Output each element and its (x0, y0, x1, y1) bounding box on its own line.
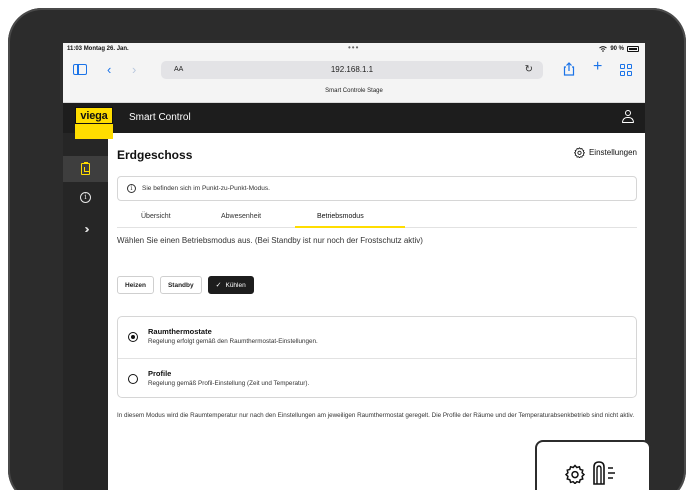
mode-instruction: Wählen Sie einen Betriebsmodus aus. (Bei… (117, 236, 423, 245)
status-bar: 11:03 Montag 26. Jan. ••• 90 % (63, 43, 645, 56)
logo-text: viega (75, 107, 113, 124)
tab-betriebsmodus[interactable]: Betriebsmodus (317, 213, 364, 220)
main-content: Erdgeschoss Einstellungen i Sie befinden… (108, 133, 645, 490)
radio-raumthermostate[interactable] (128, 332, 138, 342)
mode-footnote: In diesem Modus wird die Raumtemperatur … (117, 412, 635, 419)
viega-logo[interactable]: viega (75, 107, 113, 141)
info-icon: i (127, 184, 136, 193)
settings-label: Einstellungen (588, 148, 637, 157)
status-time: 11:03 (67, 46, 83, 52)
address-bar[interactable]: AA 192.168.1.1 ↻ (161, 61, 543, 79)
info-banner: i Sie befinden sich im Punkt-zu-Punkt-Mo… (117, 176, 637, 201)
option-description: Regelung gemäß Profil-Einstellung (Zeit … (148, 380, 310, 387)
status-date: Montag 26. Jan. (83, 46, 129, 52)
tab-overview-icon[interactable] (620, 64, 632, 76)
clipboard-icon (81, 162, 90, 175)
option-title: Raumthermostate (148, 327, 212, 336)
tab-uebersicht[interactable]: Übersicht (141, 213, 171, 220)
info-message: Sie befinden sich im Punkt-zu-Punkt-Modu… (142, 185, 270, 192)
thermostat-icon[interactable] (591, 460, 617, 486)
share-icon[interactable] (563, 62, 575, 76)
option-profile[interactable]: Profile Regelung gemäß Profil-Einstellun… (118, 358, 636, 399)
tablet-frame: 11:03 Montag 26. Jan. ••• 90 % ‹ › AA 19… (8, 8, 686, 490)
new-tab-icon[interactable]: + (593, 59, 602, 75)
battery-percent: 90 % (610, 46, 624, 52)
info-icon: i (80, 191, 91, 203)
forward-icon[interactable]: › (132, 63, 136, 76)
multitask-dots[interactable]: ••• (348, 43, 359, 52)
mode-button-group: Heizen Standby ✓ Kühlen (117, 276, 254, 294)
option-raumthermostate[interactable]: Raumthermostate Regelung erfolgt gemäß d… (118, 317, 636, 358)
quick-action-overlay[interactable] (535, 440, 651, 490)
page-title: Erdgeschoss (117, 148, 193, 162)
tab-bar: Übersicht Abwesenheit Betriebsmodus (117, 210, 637, 228)
chevrons-right-icon: ›› (84, 222, 90, 236)
browser-tab-title[interactable]: Smart Controle Stage (63, 88, 645, 94)
tab-abwesenheit[interactable]: Abwesenheit (221, 213, 261, 220)
app-header: viega Smart Control (63, 103, 645, 139)
tablet-screen: 11:03 Montag 26. Jan. ••• 90 % ‹ › AA 19… (63, 43, 645, 490)
wifi-icon (599, 46, 608, 52)
reload-icon[interactable]: ↻ (525, 64, 533, 75)
rail-item-info[interactable]: i (63, 184, 108, 210)
mode-standby-button[interactable]: Standby (159, 276, 202, 294)
url-text: 192.168.1.1 (330, 65, 374, 74)
gear-icon[interactable] (565, 464, 585, 484)
mode-heizen-button[interactable]: Heizen (117, 276, 154, 294)
side-rail: i ›› (63, 133, 108, 490)
control-option-group: Raumthermostate Regelung erfolgt gemäß d… (117, 316, 637, 398)
active-tab-indicator (295, 226, 405, 228)
app-title: Smart Control (129, 112, 191, 123)
check-icon: ✓ (215, 282, 222, 289)
battery-icon (627, 46, 639, 52)
option-title: Profile (148, 369, 172, 378)
user-icon[interactable] (622, 110, 634, 124)
gear-icon (573, 147, 585, 158)
rail-item-expand[interactable]: ›› (63, 216, 108, 242)
option-description: Regelung erfolgt gemäß den Raumthermosta… (148, 338, 318, 345)
browser-toolbar: ‹ › AA 192.168.1.1 ↻ + Smart Controle St… (63, 56, 645, 103)
sidebar-toggle-icon[interactable] (73, 64, 87, 75)
settings-button[interactable]: Einstellungen (573, 147, 637, 158)
mode-kuehlen-button[interactable]: ✓ Kühlen (207, 276, 254, 294)
radio-profile[interactable] (128, 374, 138, 384)
rail-item-dashboard[interactable] (63, 156, 108, 182)
back-icon[interactable]: ‹ (107, 63, 111, 76)
